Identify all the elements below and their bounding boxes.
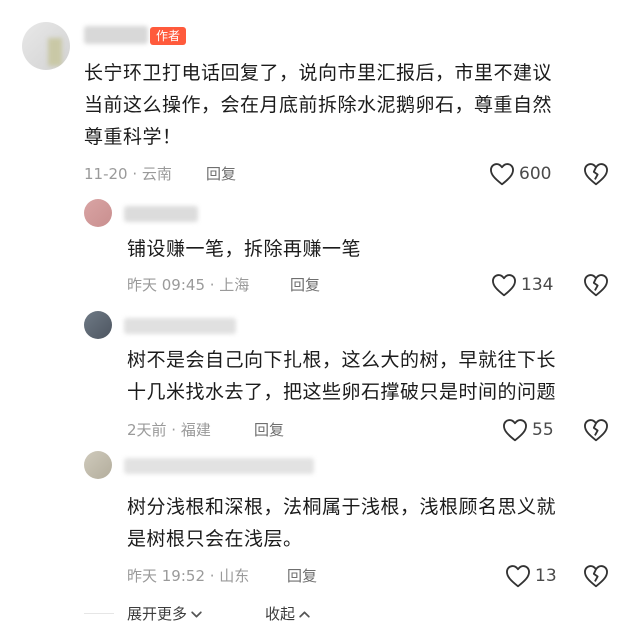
author-name[interactable] xyxy=(84,26,148,44)
avatar[interactable] xyxy=(84,451,112,479)
heart-icon xyxy=(492,274,516,297)
comment-text: 树分浅根和深根，法桐属于浅根，浅根顾名思义就 是树根只会在浅层。 xyxy=(127,491,617,555)
author-badge: 作者 xyxy=(150,27,187,45)
collapse-button[interactable]: 收起 xyxy=(265,603,311,625)
collapse-label: 收起 xyxy=(265,605,296,623)
avatar[interactable] xyxy=(84,199,112,227)
expand-more-label: 展开更多 xyxy=(127,605,188,623)
avatar[interactable] xyxy=(84,311,112,339)
reply-button[interactable]: 回复 xyxy=(287,565,317,587)
comment-line: 树分浅根和深根，法桐属于浅根，浅根顾名思义就 xyxy=(127,496,557,518)
comment-text: 长宁环卫打电话回复了，说向市里汇报后，市里不建议 当前这么操作，会在月底前拆除水… xyxy=(84,57,624,153)
broken-heart-icon xyxy=(584,274,608,297)
comment-line: 十几米找水去了，把这些卵石撑破只是时间的问题 xyxy=(127,381,557,403)
commenter-name[interactable] xyxy=(124,458,314,474)
heart-icon xyxy=(490,163,514,186)
broken-heart-icon xyxy=(584,163,608,186)
comment-line: 铺设赚一笔，拆除再赚一笔 xyxy=(127,238,362,260)
comment-text: 树不是会自己向下扎根，这么大的树，早就往下长 十几米找水去了，把这些卵石撑破只是… xyxy=(127,344,617,408)
dislike-button[interactable] xyxy=(583,162,609,190)
like-count: 13 xyxy=(535,566,557,586)
comment-meta: 11-20 · 云南 xyxy=(84,165,172,183)
like-count: 134 xyxy=(521,275,554,295)
heart-icon xyxy=(506,565,530,588)
heart-icon xyxy=(503,419,527,442)
comment-meta: 昨天 09:45 · 上海 xyxy=(127,276,250,294)
like-count: 600 xyxy=(519,164,552,184)
comment-line: 是树根只会在浅层。 xyxy=(127,528,303,550)
comment-meta: 2天前 · 福建 xyxy=(127,421,211,439)
comment-line: 长宁环卫打电话回复了，说向市里汇报后，市里不建议 xyxy=(84,62,553,84)
broken-heart-icon xyxy=(584,419,608,442)
like-button[interactable]: 600 xyxy=(489,161,551,187)
reply-button[interactable]: 回复 xyxy=(206,163,236,185)
comment-line: 尊重科学！ xyxy=(84,126,182,148)
comment-line: 树不是会自己向下扎根，这么大的树，早就往下长 xyxy=(127,349,557,371)
commenter-name[interactable] xyxy=(124,206,198,222)
dislike-button[interactable] xyxy=(583,418,609,446)
comment-meta: 昨天 19:52 · 山东 xyxy=(127,567,250,585)
reply-button[interactable]: 回复 xyxy=(290,274,320,296)
avatar[interactable] xyxy=(22,22,70,70)
like-button[interactable]: 55 xyxy=(502,417,554,443)
chevron-up-icon xyxy=(299,610,310,618)
like-button[interactable]: 13 xyxy=(505,563,557,589)
comment-line: 当前这么操作，会在月底前拆除水泥鹅卵石，尊重自然 xyxy=(84,94,553,116)
reply-button[interactable]: 回复 xyxy=(254,419,284,441)
like-button[interactable]: 134 xyxy=(491,272,553,298)
comment-text: 铺设赚一笔，拆除再赚一笔 xyxy=(127,233,607,265)
like-count: 55 xyxy=(532,420,554,440)
dislike-button[interactable] xyxy=(583,564,609,592)
broken-heart-icon xyxy=(584,565,608,588)
commenter-name[interactable] xyxy=(124,318,236,334)
expand-more-button[interactable]: 展开更多 xyxy=(127,603,203,625)
chevron-down-icon xyxy=(191,610,202,618)
dislike-button[interactable] xyxy=(583,273,609,301)
divider xyxy=(84,613,114,614)
